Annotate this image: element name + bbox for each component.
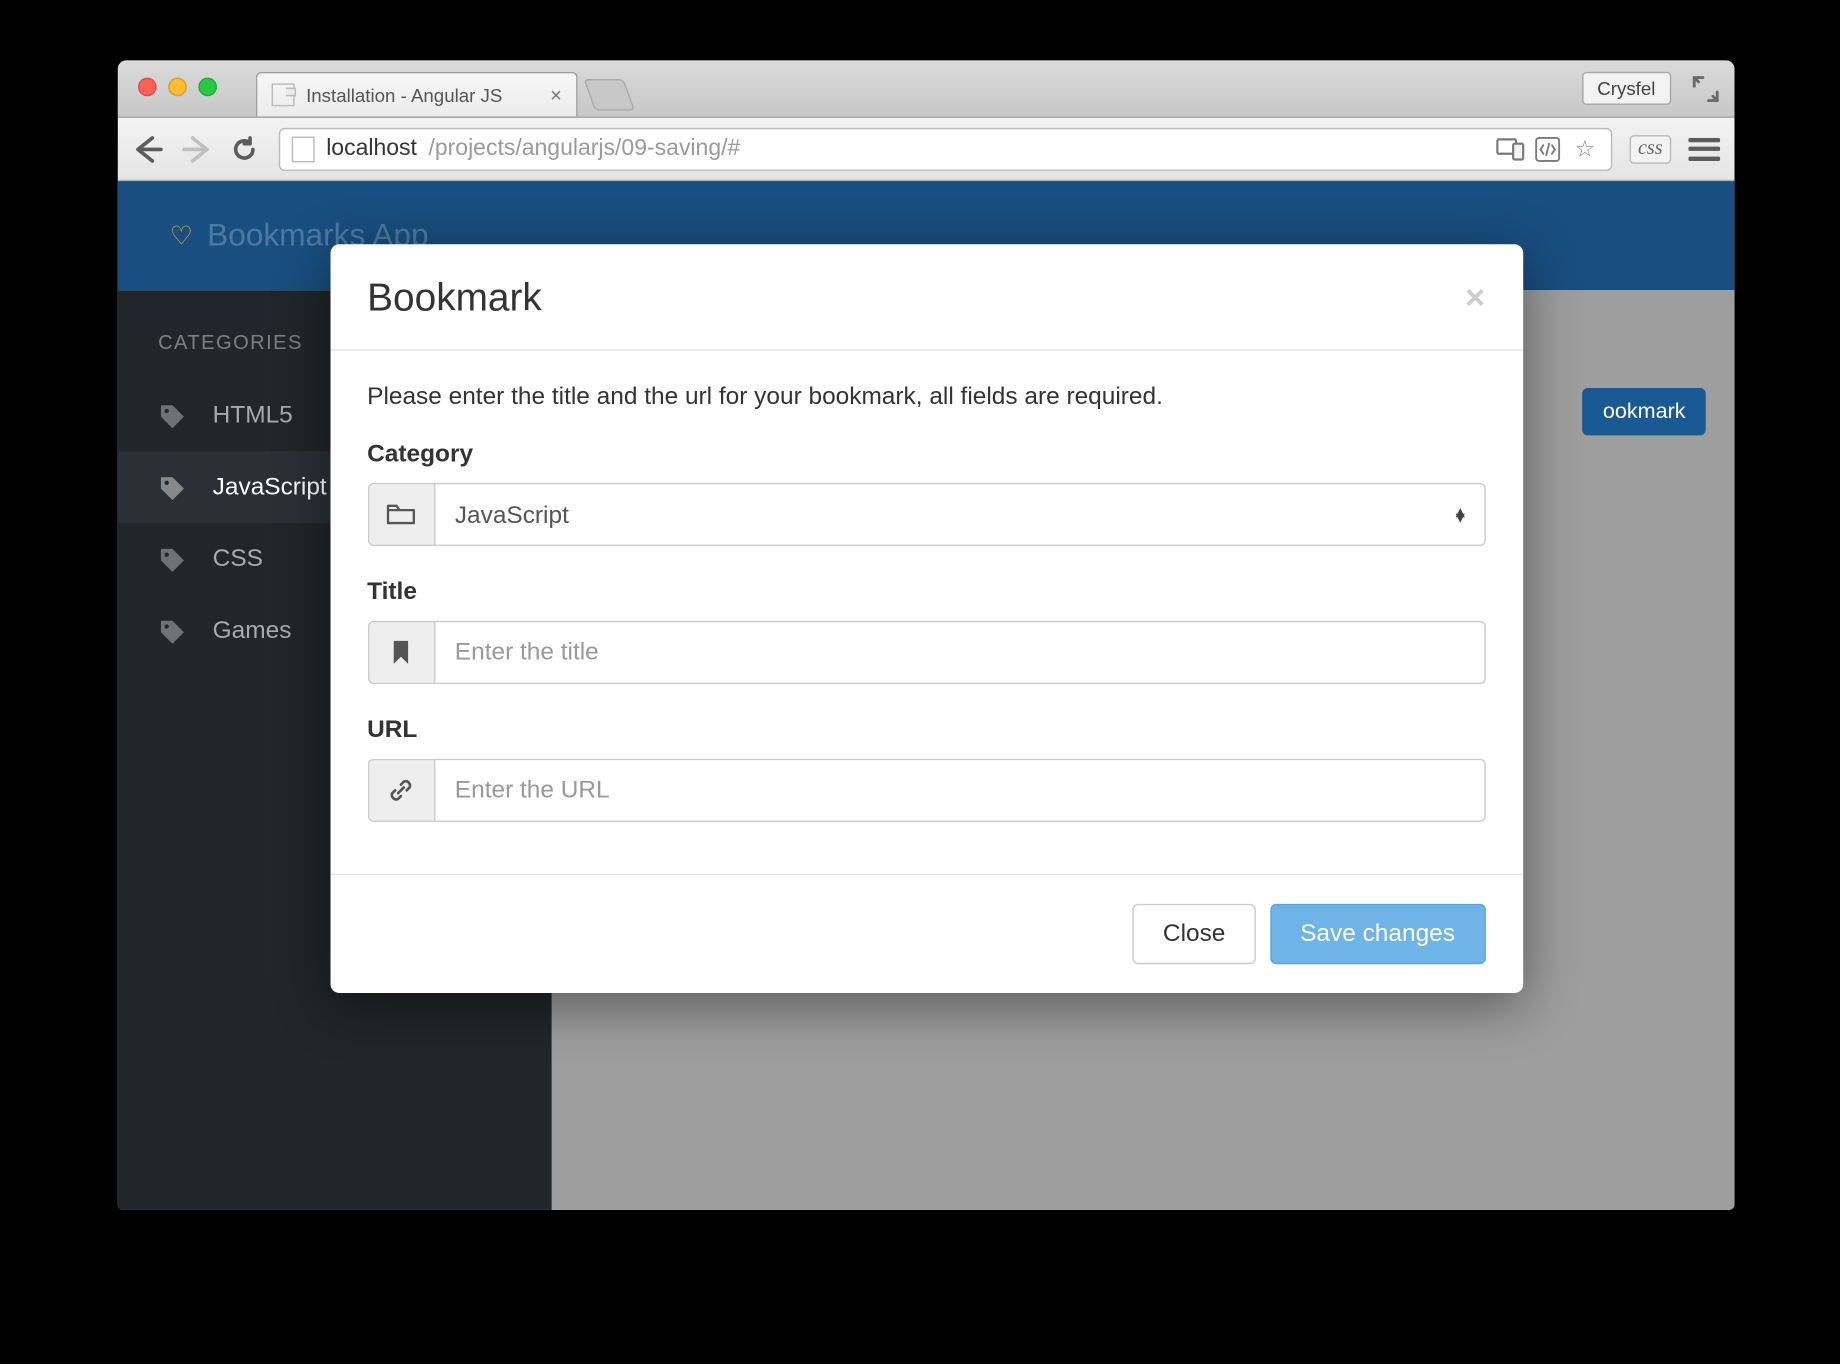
devices-icon[interactable] <box>1496 134 1525 163</box>
tab-title: Installation - Angular JS <box>306 84 502 106</box>
forward-button[interactable] <box>181 133 213 165</box>
tag-icon <box>158 546 187 575</box>
save-button[interactable]: Save changes <box>1270 904 1485 964</box>
url-path: /projects/angularjs/09-saving/# <box>428 136 740 162</box>
css-extension-button[interactable]: css <box>1629 134 1671 163</box>
minimize-window-button[interactable] <box>168 78 187 97</box>
modal-footer: Close Save changes <box>330 874 1523 993</box>
tag-icon <box>158 618 187 647</box>
heart-icon: ♡ <box>170 221 193 251</box>
close-icon[interactable]: × <box>1465 278 1485 318</box>
tag-icon <box>158 402 187 431</box>
sidebar-item-label: JavaScript <box>213 473 327 502</box>
bookmark-icon <box>367 621 433 684</box>
back-button[interactable] <box>132 133 164 165</box>
url-host: localhost <box>326 136 417 162</box>
browser-tab[interactable]: Installation - Angular JS × <box>256 72 578 117</box>
url-label: URL <box>367 716 1485 745</box>
page-viewport: ♡ Bookmarks App CATEGORIES HTML5JavaScri… <box>118 181 1735 1210</box>
close-tab-icon[interactable]: × <box>550 83 562 106</box>
sidebar-item-label: HTML5 <box>213 401 293 430</box>
close-window-button[interactable] <box>138 78 157 97</box>
bookmark-star-icon[interactable]: ☆ <box>1570 134 1599 163</box>
url-input[interactable] <box>433 759 1485 822</box>
tab-strip: Installation - Angular JS × Crysfel <box>118 60 1735 117</box>
address-bar[interactable]: localhost/projects/angularjs/09-saving/#… <box>279 127 1612 170</box>
modal-intro: Please enter the title and the url for y… <box>367 382 1485 411</box>
menu-button[interactable] <box>1688 137 1720 160</box>
add-bookmark-button[interactable]: ookmark <box>1583 388 1706 435</box>
browser-window: Installation - Angular JS × Crysfel loca… <box>118 60 1735 1210</box>
tag-icon <box>158 474 187 503</box>
bookmark-modal: Bookmark × Please enter the title and th… <box>330 244 1523 993</box>
category-select[interactable]: JavaScript <box>433 483 1485 546</box>
sidebar-item-label: Games <box>213 616 292 645</box>
modal-header: Bookmark × <box>330 244 1523 350</box>
source-icon[interactable] <box>1533 134 1562 163</box>
sidebar-item-label: CSS <box>213 545 263 574</box>
fullscreen-icon[interactable] <box>1691 75 1720 104</box>
page-icon <box>292 136 315 162</box>
folder-icon <box>367 483 433 546</box>
new-tab-button[interactable] <box>583 79 635 111</box>
link-icon <box>367 759 433 822</box>
url-toolbar: localhost/projects/angularjs/09-saving/#… <box>118 118 1735 181</box>
omnibox-icons: ☆ <box>1496 134 1599 163</box>
zoom-window-button[interactable] <box>198 78 217 97</box>
title-label: Title <box>367 578 1485 607</box>
close-button[interactable]: Close <box>1133 904 1256 964</box>
reload-button[interactable] <box>230 134 262 163</box>
modal-body: Please enter the title and the url for y… <box>330 351 1523 874</box>
modal-title: Bookmark <box>367 276 542 321</box>
window-controls <box>138 78 217 97</box>
category-label: Category <box>367 440 1485 469</box>
profile-button[interactable]: Crysfel <box>1581 72 1671 105</box>
title-input[interactable] <box>433 621 1485 684</box>
file-icon <box>272 83 295 106</box>
